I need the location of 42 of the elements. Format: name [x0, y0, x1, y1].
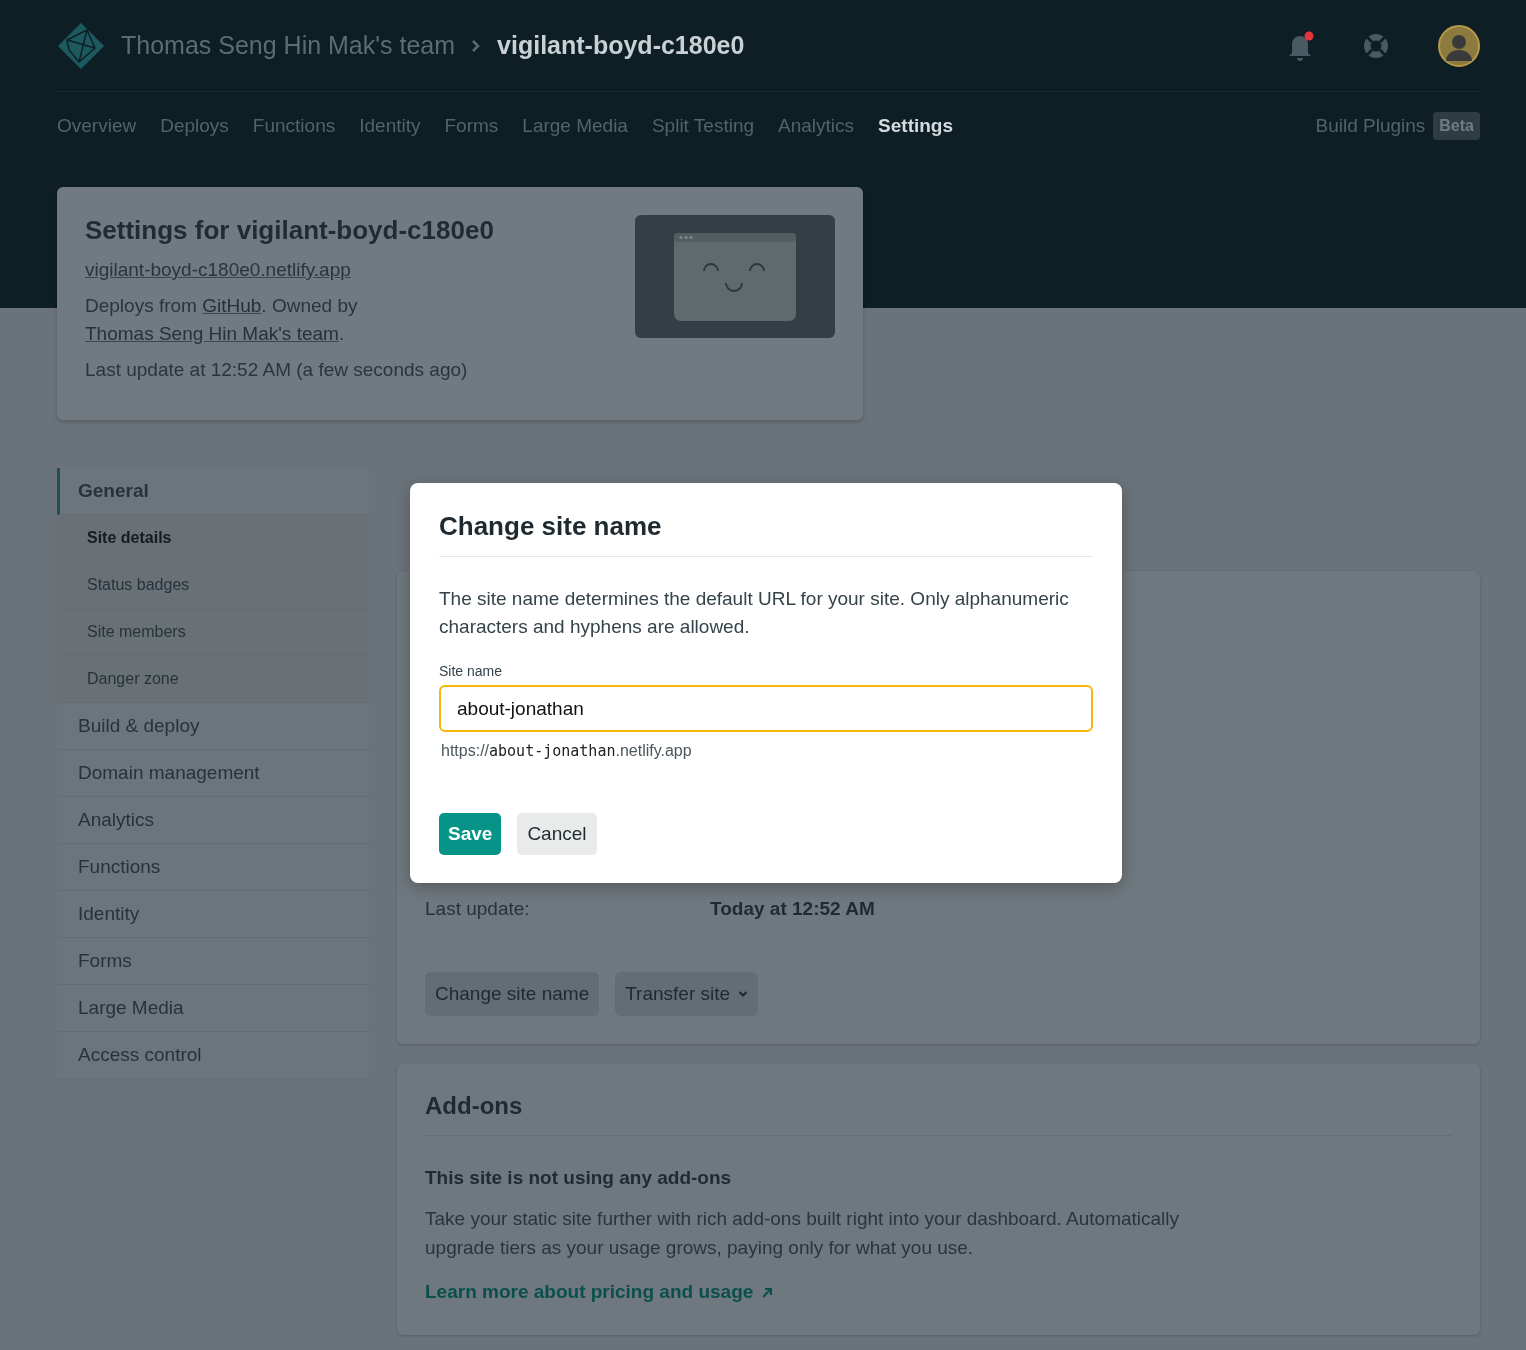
bell-icon[interactable]	[1288, 30, 1314, 61]
section-title: Add-ons	[425, 1092, 1452, 1136]
help-icon[interactable]	[1362, 31, 1390, 60]
addons-subtitle: This site is not using any add-ons	[425, 1165, 733, 1190]
nav-tab[interactable]: Large Media	[522, 111, 628, 141]
site-name-field[interactable]: about-jonathan	[439, 685, 1093, 733]
repo-link[interactable]: GitHub	[202, 295, 262, 317]
sidebar-item[interactable]: General	[57, 468, 369, 515]
field-label: Last update:	[425, 897, 531, 921]
site-name: vigilant-boyd-c180e0	[497, 29, 745, 61]
deploy-info-text: Deploys from GitHub. Owned by Thomas Seng Hin Mak's team.	[85, 294, 359, 347]
nav-tab[interactable]: Analytics	[778, 111, 855, 141]
summary-title: Settings for vigilant-boyd-c180e0	[85, 215, 495, 247]
pricing-link[interactable]: Learn more about pricing and usage	[425, 1278, 774, 1307]
nav-tab[interactable]: Settings	[878, 111, 954, 141]
modal-description: The site name determines the default URL for your site. Only alphanumeric characters and hyphens are allowed.	[439, 587, 1070, 640]
dropdown-button[interactable]: Transfer site	[615, 971, 759, 1016]
external-link-icon	[761, 1286, 774, 1299]
url-preview-text: https://about-jonathan.netlify.app	[441, 741, 693, 763]
addons-description: Take your static site further with rich add-ons built right into your dashboard. Automatically upgrade tiers as your usage grows, paying only for what you use.	[425, 1207, 1181, 1261]
action-button[interactable]: Change site name	[425, 971, 600, 1016]
team-link[interactable]: Thomas Seng Hin Mak's team	[121, 26, 456, 65]
nav-tab[interactable]: Functions	[252, 111, 336, 141]
modal-title: Change site name	[439, 511, 1093, 558]
chevron-icon	[471, 38, 482, 53]
nav-tab[interactable]: Forms	[444, 111, 499, 141]
last-update-text: Last update at 12:52 AM (a few seconds ago)	[85, 358, 469, 383]
avatar[interactable]	[1438, 24, 1480, 67]
field-label: Site name	[439, 662, 504, 682]
field-value: Today at 12:52 AM	[710, 897, 875, 921]
site-url-link[interactable]: vigilant-boyd-c180e0.netlify.app	[85, 259, 351, 281]
nav-tab[interactable]: Deploys	[160, 111, 229, 141]
beta-badge: Beta	[1433, 112, 1480, 140]
owner-link[interactable]: Thomas Seng Hin Mak's team	[85, 323, 339, 345]
nav-tab[interactable]: Split Testing	[651, 111, 755, 141]
caret-icon	[738, 989, 749, 998]
save-button[interactable]: Save	[439, 813, 502, 856]
nav-tab[interactable]: Identity	[359, 111, 421, 141]
logo-icon[interactable]	[57, 21, 105, 70]
nav-tab[interactable]: Overview	[57, 111, 137, 141]
nav-tab[interactable]: Build Plugins	[1315, 111, 1426, 141]
cancel-button[interactable]: Cancel	[517, 813, 597, 856]
